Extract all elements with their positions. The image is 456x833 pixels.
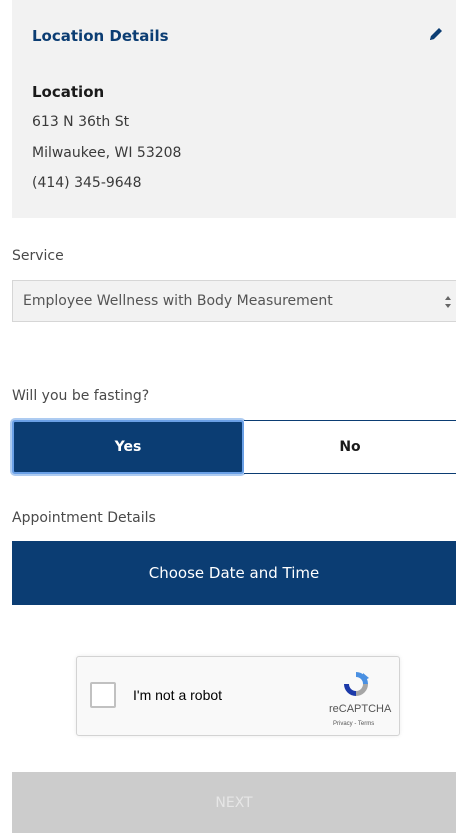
select-arrows-icon [444,294,452,310]
service-label: Service [12,248,64,264]
recaptcha-widget: I'm not a robot reCAPTCHA Privacy - Term… [76,656,400,736]
fasting-no-button[interactable]: No [244,420,456,474]
fasting-toggle: Yes No [12,420,456,474]
recaptcha-logo-icon [339,669,373,699]
location-details-card: Location Details Location 613 N 36th St … [12,0,456,218]
appointment-details-label: Appointment Details [12,510,156,526]
next-button[interactable]: NEXT [12,772,456,833]
service-selected-value: Employee Wellness with Body Measurement [23,293,333,309]
choose-date-time-button[interactable]: Choose Date and Time [12,541,456,605]
recaptcha-privacy-terms[interactable]: Privacy - Terms [333,721,374,727]
fasting-yes-button[interactable]: Yes [12,420,244,474]
location-phone: (414) 345-9648 [32,175,142,191]
recaptcha-checkbox[interactable] [90,682,116,708]
location-label: Location [32,83,105,101]
location-details-heading: Location Details [32,27,169,45]
recaptcha-label: I'm not a robot [133,687,223,703]
address-line-1: 613 N 36th St [32,114,130,130]
recaptcha-brand: reCAPTCHA [329,703,392,715]
service-select[interactable]: Employee Wellness with Body Measurement [12,280,456,322]
address-line-2: Milwaukee, WI 53208 [32,145,182,161]
fasting-question-label: Will you be fasting? [12,388,150,404]
edit-pencil-icon[interactable] [426,24,446,44]
